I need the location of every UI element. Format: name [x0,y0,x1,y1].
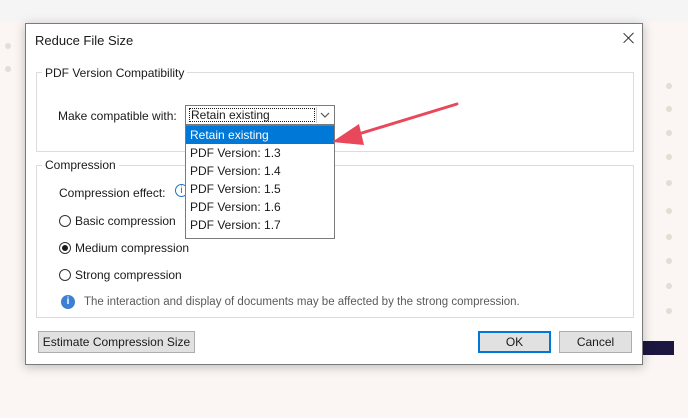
annotation-arrow-icon [332,102,459,145]
